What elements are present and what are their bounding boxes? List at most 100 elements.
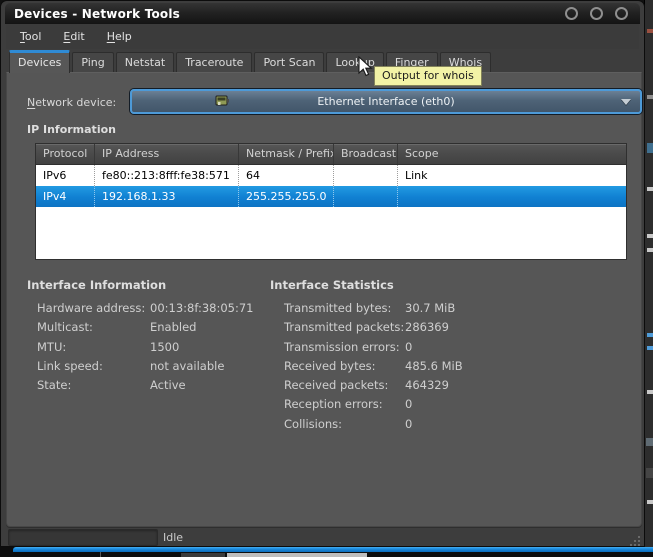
- background-window-bottom: [0, 547, 653, 557]
- network-card-icon: [214, 93, 230, 109]
- table-row-ipv6[interactable]: IPv6 fe80::213:8fff:fe38:571 64 Link: [36, 165, 626, 186]
- column-header-ip-address[interactable]: IP Address: [95, 144, 239, 164]
- interface-information-section: Interface Information Hardware address:0…: [17, 278, 267, 395]
- field-label: Collisions:: [284, 415, 405, 434]
- table-row-ipv4[interactable]: IPv4 192.168.1.33 255.255.255.0: [36, 186, 626, 207]
- interface-information-heading: Interface Information: [17, 278, 267, 292]
- stat-row: Received bytes:485.6 MiB: [260, 357, 520, 376]
- info-row: Hardware address:00:13:8f:38:05:71: [17, 299, 267, 318]
- stat-row: Collisions:0: [260, 415, 520, 434]
- background-fragment: [100, 552, 101, 557]
- field-label: Link speed:: [37, 357, 150, 376]
- interface-statistics-heading: Interface Statistics: [260, 278, 520, 292]
- cell-protocol: IPv4: [36, 186, 95, 207]
- field-label: State:: [37, 376, 150, 395]
- cell-ip-address: 192.168.1.33: [95, 186, 239, 207]
- cell-protocol: IPv6: [36, 165, 95, 186]
- chevron-down-icon: [621, 99, 631, 105]
- background-fragment: [646, 438, 653, 446]
- network-device-select[interactable]: Ethernet Interface (eth0): [130, 89, 642, 114]
- cell-broadcast: [334, 165, 398, 186]
- tab-port-scan[interactable]: Port Scan: [254, 52, 324, 73]
- field-value: Active: [150, 376, 186, 395]
- background-fragment: [647, 390, 653, 394]
- column-header-broadcast[interactable]: Broadcast: [334, 144, 398, 164]
- field-label: Transmission errors:: [284, 338, 405, 357]
- menubar: Tool Edit Help: [6, 24, 639, 49]
- background-fragment: [647, 187, 653, 191]
- field-value: 286369: [405, 318, 449, 337]
- status-text: Idle: [163, 528, 183, 547]
- menu-tool[interactable]: Tool: [12, 27, 49, 46]
- field-value: 00:13:8f:38:05:71: [150, 299, 254, 318]
- field-value: 1500: [150, 338, 179, 357]
- network-device-label: Network device:: [27, 96, 116, 109]
- background-fragment: [181, 553, 225, 557]
- minimize-button[interactable]: [565, 7, 578, 20]
- background-window-sliver: [644, 0, 653, 557]
- resize-grip[interactable]: [628, 536, 640, 546]
- cell-ip-address: fe80::213:8fff:fe38:571: [95, 165, 239, 186]
- field-label: Reception errors:: [284, 395, 405, 414]
- stat-row: Transmission errors:0: [260, 338, 520, 357]
- info-row: Multicast:Enabled: [17, 318, 267, 337]
- tab-bar: Devices Ping Netstat Traceroute Port Sca…: [9, 50, 636, 73]
- app-window: Devices - Network Tools Tool Edit Help D…: [0, 0, 645, 547]
- field-value: Enabled: [150, 318, 196, 337]
- window-controls: [565, 7, 628, 20]
- background-fragment: [647, 333, 653, 337]
- cell-scope: Link: [398, 165, 626, 186]
- statusbar: Idle: [1, 528, 644, 547]
- tab-traceroute[interactable]: Traceroute: [176, 52, 252, 73]
- ip-information-heading: IP Information: [27, 123, 116, 136]
- tooltip: Output for whois: [374, 66, 482, 86]
- info-row: Link speed:not available: [17, 357, 267, 376]
- field-label: Transmitted packets:: [284, 318, 405, 337]
- tab-netstat[interactable]: Netstat: [116, 52, 174, 73]
- menu-edit[interactable]: Edit: [55, 27, 92, 46]
- field-value: 0: [405, 395, 412, 414]
- field-value: 464329: [405, 376, 449, 395]
- titlebar[interactable]: Devices - Network Tools: [5, 3, 640, 24]
- background-fragment: [647, 248, 653, 252]
- field-label: Transmitted bytes:: [284, 299, 405, 318]
- cell-broadcast: [334, 186, 398, 207]
- progress-area: [8, 529, 158, 546]
- column-header-protocol[interactable]: Protocol: [36, 144, 95, 164]
- background-fragment: [647, 143, 653, 153]
- background-fragment: [647, 95, 653, 99]
- cell-netmask: 64: [239, 165, 334, 186]
- stat-row: Transmitted packets:286369: [260, 318, 520, 337]
- field-label: Multicast:: [37, 318, 150, 337]
- ip-table: Protocol IP Address Netmask / Prefix Bro…: [35, 143, 627, 260]
- network-device-value: Ethernet Interface (eth0): [317, 95, 454, 108]
- mouse-cursor: [357, 56, 373, 78]
- field-value: 30.7 MiB: [405, 299, 455, 318]
- maximize-button[interactable]: [590, 7, 603, 20]
- background-fragment: [647, 234, 653, 238]
- devices-tab-panel: Network device: Ethernet Interface (eth0…: [6, 72, 642, 527]
- field-label: MTU:: [37, 338, 150, 357]
- stat-row: Received packets:464329: [260, 376, 520, 395]
- info-row: State:Active: [17, 376, 267, 395]
- field-value: 485.6 MiB: [405, 357, 463, 376]
- column-header-netmask[interactable]: Netmask / Prefix: [239, 144, 334, 164]
- field-value: 0: [405, 415, 412, 434]
- field-label: Received bytes:: [284, 357, 405, 376]
- ip-table-header: Protocol IP Address Netmask / Prefix Bro…: [36, 144, 626, 165]
- tab-ping[interactable]: Ping: [72, 52, 113, 73]
- field-label: Received packets:: [284, 376, 405, 395]
- background-fragment: [647, 500, 653, 504]
- menu-help[interactable]: Help: [99, 27, 140, 46]
- tab-devices[interactable]: Devices: [9, 50, 70, 73]
- background-fragment: [646, 468, 653, 478]
- cell-netmask: 255.255.255.0: [239, 186, 334, 207]
- stat-row: Reception errors:0: [260, 395, 520, 414]
- close-button[interactable]: [615, 7, 628, 20]
- background-fragment: [227, 553, 367, 557]
- column-header-scope[interactable]: Scope: [398, 144, 626, 164]
- field-value: 0: [405, 338, 412, 357]
- field-value: not available: [150, 357, 224, 376]
- background-window-edge: [13, 547, 653, 552]
- background-fragment: [647, 29, 653, 33]
